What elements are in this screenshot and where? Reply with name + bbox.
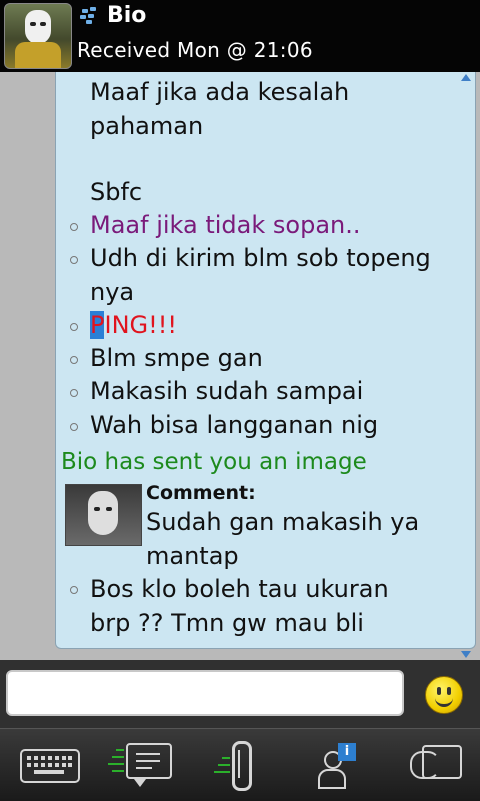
chat-history[interactable]: Maaf jika ada kesalah pahaman Sbfc Maaf … xyxy=(55,72,476,649)
message-line: brp ?? Tmn gw mau bli xyxy=(90,609,364,637)
bullet-icon xyxy=(70,323,78,331)
comment-line: Sudah gan makasih ya xyxy=(146,508,420,536)
message-line: Blm smpe gan xyxy=(90,344,263,372)
image-sent-notice: Bio has sent you an image xyxy=(61,449,367,475)
message-line: Bos klo boleh tau ukuran xyxy=(90,575,389,603)
mask-figure xyxy=(88,491,118,535)
message-line: Maaf jika ada kesalah xyxy=(90,78,350,106)
info-badge: i xyxy=(338,743,356,761)
message-status: Received Mon @ 21:06 xyxy=(77,38,313,62)
message-line: pahaman xyxy=(90,112,204,140)
comment-label: Comment: xyxy=(146,482,256,504)
bullet-icon xyxy=(70,389,78,397)
contact-name: Bio xyxy=(107,3,147,28)
bullet-icon xyxy=(70,586,78,594)
mask-figure xyxy=(25,10,51,44)
comment-line: mantap xyxy=(146,542,239,570)
message-input[interactable] xyxy=(6,670,404,716)
bullet-icon xyxy=(70,356,78,364)
ping-rest: ING!!! xyxy=(104,311,177,339)
bbm-icon xyxy=(80,7,100,25)
chat-header: Bio Received Mon @ 21:06 xyxy=(0,0,480,72)
bottom-toolbar: i xyxy=(0,728,480,801)
message-line: nya xyxy=(90,278,135,306)
bullet-icon xyxy=(70,223,78,231)
message-line: Wah bisa langganan nig xyxy=(90,411,379,439)
scroll-up-arrow-icon[interactable] xyxy=(461,74,471,81)
message-line: Makasih sudah sampai xyxy=(90,377,364,405)
compose-bar xyxy=(0,660,480,728)
message-line: Sbfc xyxy=(90,178,143,206)
avatar-body xyxy=(15,42,61,68)
keyboard-icon[interactable] xyxy=(20,749,80,783)
scroll-down-arrow-icon[interactable] xyxy=(461,651,471,658)
bullet-icon xyxy=(70,256,78,264)
ping-message: PING!!! xyxy=(90,309,177,342)
smiley-icon[interactable] xyxy=(425,676,463,714)
bullet-icon xyxy=(70,423,78,431)
switch-chat-icon[interactable] xyxy=(410,745,462,781)
message-line: Maaf jika tidak sopan.. xyxy=(90,211,361,239)
contact-avatar[interactable] xyxy=(4,3,72,69)
image-thumbnail[interactable] xyxy=(65,484,142,546)
message-line: Udh di kirim blm sob topeng xyxy=(90,244,431,272)
ping-highlight: P xyxy=(90,311,105,339)
